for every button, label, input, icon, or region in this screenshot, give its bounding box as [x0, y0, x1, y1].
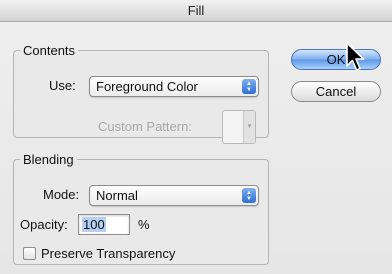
- fill-dialog: Contents Use: Foreground Color ▲ ▼ Custom…: [0, 22, 392, 274]
- mode-select[interactable]: Normal ▲ ▼: [89, 185, 259, 206]
- title-bar: Fill: [0, 0, 392, 22]
- popup-arrows-icon: ▲ ▼: [242, 79, 256, 94]
- ok-button[interactable]: OK: [291, 49, 381, 70]
- window-title: Fill: [187, 3, 205, 18]
- pattern-dropdown-icon: ▾: [243, 111, 255, 143]
- use-select-value: Foreground Color: [96, 79, 198, 94]
- mode-select-value: Normal: [96, 188, 138, 203]
- opacity-label: Opacity:: [20, 217, 68, 232]
- use-select[interactable]: Foreground Color ▲ ▼: [89, 76, 259, 97]
- custom-pattern-label: Custom Pattern:: [98, 119, 192, 134]
- contents-legend: Contents: [23, 43, 76, 58]
- mode-label: Mode:: [43, 187, 80, 202]
- blending-group: Blending Mode: Normal ▲ ▼ Opacity: 100 % …: [13, 152, 269, 265]
- contents-group: Contents Use: Foreground Color ▲ ▼ Custom…: [13, 43, 269, 144]
- custom-pattern-picker: ▾: [222, 110, 256, 144]
- opacity-unit: %: [138, 217, 150, 232]
- blending-legend: Blending: [23, 152, 74, 167]
- preserve-transparency-checkbox[interactable]: [23, 247, 36, 260]
- preserve-transparency-label[interactable]: Preserve Transparency: [41, 246, 175, 261]
- opacity-value: 100: [82, 217, 106, 232]
- cancel-button[interactable]: Cancel: [291, 81, 381, 102]
- opacity-input[interactable]: 100: [78, 214, 130, 235]
- mouse-pointer-icon: [346, 42, 365, 71]
- popup-arrows-icon: ▲ ▼: [242, 188, 256, 203]
- use-label: Use:: [49, 78, 76, 93]
